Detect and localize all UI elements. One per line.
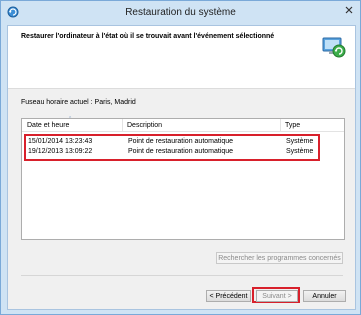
highlight-annotation [24,134,320,161]
restore-points-list[interactable]: Date et heure ⌃ Description Type 15/01/2… [21,116,345,240]
close-icon[interactable] [343,4,355,16]
list-header: Date et heure ⌃ Description Type [22,116,344,132]
title-bar[interactable]: Restauration du système [1,1,360,25]
system-restore-window: Restauration du système Restaurer l'ordi… [0,0,361,315]
column-divider[interactable] [122,119,123,131]
column-divider[interactable] [280,119,281,131]
next-button[interactable]: Suivant > [256,290,298,302]
column-header-type[interactable]: Type [285,122,300,129]
timezone-label: Fuseau horaire actuel : Paris, Madrid [21,99,136,106]
footer-separator [21,275,343,276]
header-instruction: Restaurer l'ordinateur à l'état où il se… [21,33,275,40]
cancel-button[interactable]: Annuler [303,290,346,302]
dialog-header: Restaurer l'ordinateur à l'état où il se… [8,26,355,89]
previous-button[interactable]: < Précédent [206,290,251,302]
window-title: Restauration du système [125,7,236,18]
column-header-date[interactable]: Date et heure [27,122,69,129]
dialog-content: Restaurer l'ordinateur à l'état où il se… [7,25,356,310]
column-header-description[interactable]: Description [127,122,162,129]
scan-affected-programs-button[interactable]: Rechercher les programmes concernés [216,252,343,264]
sort-indicator-icon: ⌃ [68,116,73,122]
restore-wizard-icon [322,37,346,58]
